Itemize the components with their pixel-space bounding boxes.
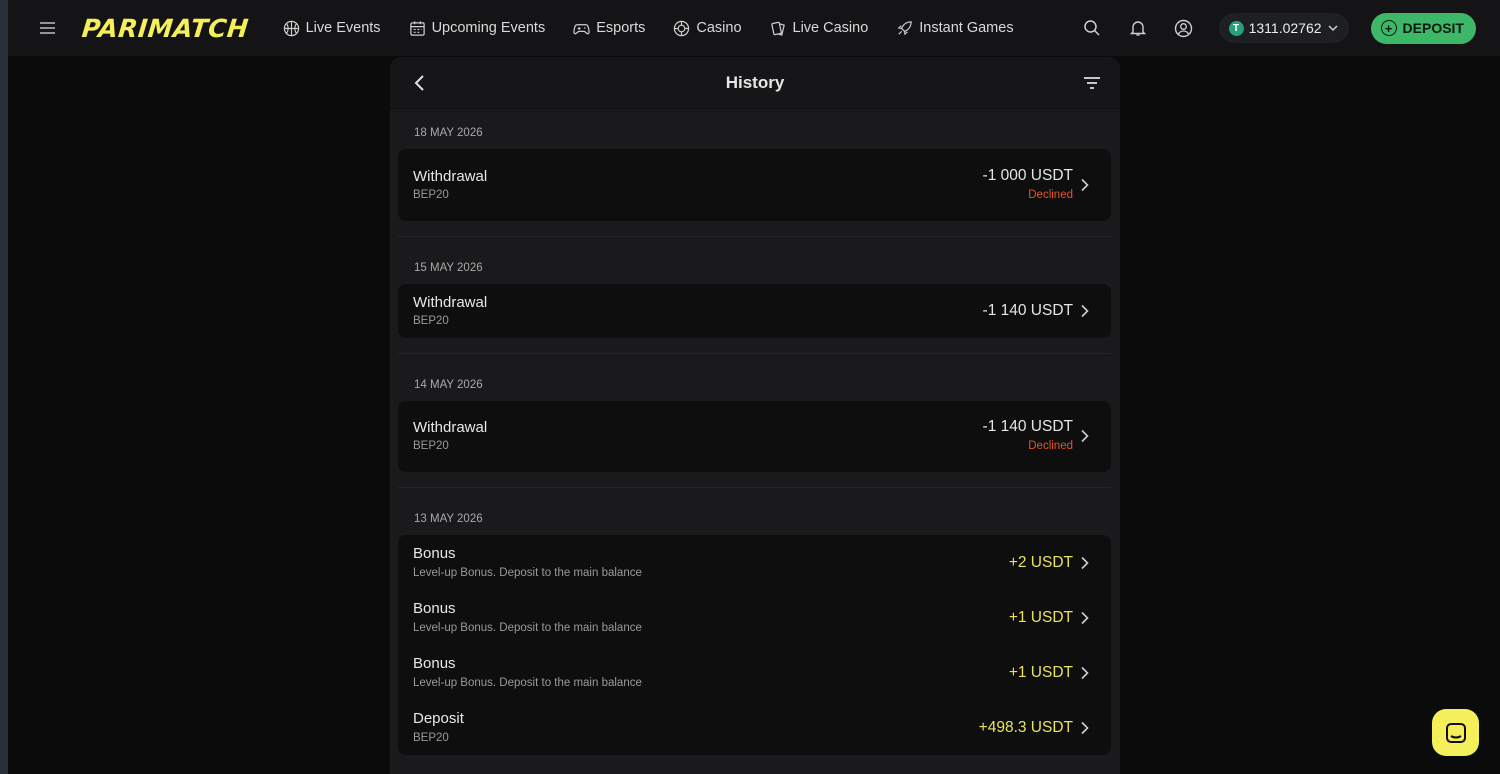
nav-label: Casino (696, 20, 742, 36)
transaction-title: Withdrawal (413, 419, 488, 436)
date-header: 18 MAY 2026 (414, 127, 483, 139)
chevron-right-icon (1081, 666, 1089, 680)
nav-label: Live Casino (792, 20, 869, 36)
group-divider (398, 487, 1111, 488)
transaction-amount: +2 USDT (1008, 554, 1073, 571)
support-chat-button[interactable] (1432, 709, 1479, 756)
back-arrow-icon[interactable] (408, 71, 432, 95)
transaction-amount: +1 USDT (1008, 609, 1073, 626)
transaction-subtitle: BEP20 (413, 315, 449, 327)
nav-label: Upcoming Events (431, 20, 546, 36)
history-panel: History 18 MAY 2026 Withdrawal BEP20 -1 … (390, 57, 1120, 774)
search-icon[interactable] (1081, 17, 1103, 39)
nav-casino[interactable]: Casino (673, 20, 742, 37)
transaction-card: Withdrawal BEP20 -1 140 USDT Declined (398, 401, 1111, 472)
transaction-title: Bonus (413, 655, 456, 672)
transaction-title: Deposit (413, 710, 464, 727)
page-title: History (725, 72, 785, 92)
deposit-label: DEPOSIT (1402, 20, 1464, 36)
transaction-subtitle: Level-up Bonus. Deposit to the main bala… (413, 567, 642, 579)
nav-label: Live Events (305, 20, 381, 36)
transaction-amount: +498.3 USDT (978, 719, 1073, 736)
main-nav: Live Events Upcoming Events Esports Casi… (283, 20, 1042, 37)
chevron-right-icon (1081, 429, 1089, 443)
transaction-row-withdrawal[interactable]: Withdrawal BEP20 -1 000 USDT Declined (398, 149, 1111, 221)
basketball-icon (283, 20, 299, 36)
transaction-row-bonus[interactable]: Bonus Level-up Bonus. Deposit to the mai… (398, 590, 1111, 645)
transaction-title: Bonus (413, 600, 456, 617)
parimatch-logo[interactable]: PARIMATCH (80, 14, 250, 43)
nav-label: Instant Games (919, 20, 1014, 36)
user-profile-icon[interactable] (1173, 17, 1195, 39)
header-tools: T 1311.02762 + DEPOSIT (1057, 0, 1476, 56)
transaction-subtitle: Level-up Bonus. Deposit to the main bala… (413, 677, 642, 689)
tether-coin-icon: T (1228, 20, 1244, 36)
nav-instant-games[interactable]: Instant Games (896, 20, 1014, 37)
transaction-subtitle: BEP20 (413, 732, 449, 744)
transaction-card: Withdrawal BEP20 -1 000 USDT Declined (398, 149, 1111, 221)
history-header: History (390, 57, 1120, 109)
transaction-title: Bonus (413, 545, 456, 562)
group-divider (398, 353, 1111, 354)
date-header: 13 MAY 2026 (414, 513, 483, 525)
transaction-amount: -1 140 USDT (982, 418, 1073, 435)
deposit-button[interactable]: + DEPOSIT (1370, 12, 1476, 44)
transaction-subtitle: Level-up Bonus. Deposit to the main bala… (413, 622, 642, 634)
casino-chip-icon (674, 20, 690, 36)
filter-icon[interactable] (1080, 71, 1104, 95)
hamburger-menu-icon[interactable] (34, 15, 60, 41)
window-edge (0, 0, 8, 774)
chevron-right-icon (1081, 721, 1089, 735)
balance-selector[interactable]: T 1311.02762 (1218, 13, 1349, 43)
rocket-icon (897, 20, 913, 35)
transaction-status-declined: Declined (1028, 189, 1073, 201)
transaction-title: Withdrawal (413, 168, 488, 185)
top-navigation-bar: PARIMATCH Live Events Upcoming Events Es… (8, 0, 1500, 56)
nav-label: Esports (596, 20, 646, 36)
nav-live-events[interactable]: Live Events (283, 20, 381, 37)
calendar-icon (409, 20, 425, 36)
transaction-row-withdrawal[interactable]: Withdrawal BEP20 -1 140 USDT Declined (398, 401, 1111, 472)
transaction-amount: -1 140 USDT (982, 302, 1073, 319)
date-header: 14 MAY 2026 (414, 379, 483, 391)
transaction-status-declined: Declined (1028, 440, 1073, 452)
nav-upcoming-events[interactable]: Upcoming Events (409, 20, 546, 37)
chevron-right-icon (1081, 556, 1089, 570)
cards-icon (770, 21, 785, 36)
transaction-row-deposit[interactable]: Deposit BEP20 +498.3 USDT (398, 700, 1111, 755)
date-header: 15 MAY 2026 (414, 262, 483, 274)
transaction-row-bonus[interactable]: Bonus Level-up Bonus. Deposit to the mai… (398, 535, 1111, 590)
bell-icon[interactable] (1127, 17, 1149, 39)
chevron-down-icon (1328, 25, 1338, 32)
transaction-row-withdrawal[interactable]: Withdrawal BEP20 -1 140 USDT (398, 284, 1111, 338)
chevron-right-icon (1081, 178, 1089, 192)
chevron-right-icon (1081, 611, 1089, 625)
transaction-amount: -1 000 USDT (982, 167, 1073, 184)
transaction-card: Withdrawal BEP20 -1 140 USDT (398, 284, 1111, 338)
plus-circle-icon: + (1380, 20, 1397, 36)
transaction-row-bonus[interactable]: Bonus Level-up Bonus. Deposit to the mai… (398, 645, 1111, 700)
group-divider (398, 236, 1111, 237)
gamepad-icon (573, 23, 590, 34)
transaction-amount: +1 USDT (1008, 664, 1073, 681)
transaction-card: Bonus Level-up Bonus. Deposit to the mai… (398, 535, 1111, 755)
transaction-title: Withdrawal (413, 294, 488, 311)
chat-icon (1445, 722, 1466, 743)
chevron-right-icon (1081, 304, 1089, 318)
nav-esports[interactable]: Esports (573, 20, 645, 37)
balance-amount: 1311.02762 (1248, 20, 1322, 36)
transaction-subtitle: BEP20 (413, 440, 449, 452)
nav-live-casino[interactable]: Live Casino (770, 20, 869, 37)
transaction-subtitle: BEP20 (413, 189, 449, 201)
